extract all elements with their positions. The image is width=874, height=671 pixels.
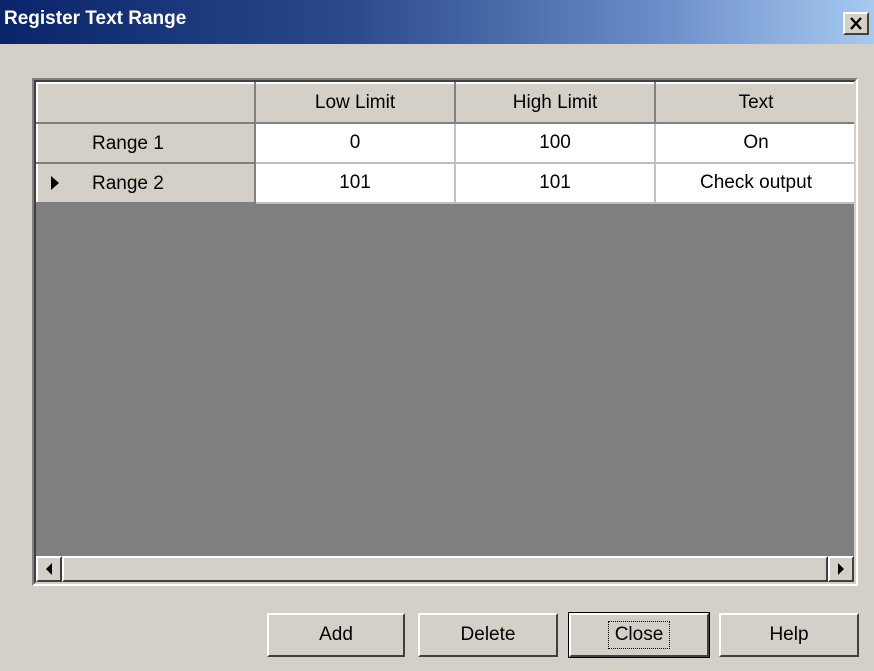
close-icon xyxy=(850,17,862,30)
scroll-thumb[interactable] xyxy=(62,556,828,582)
column-header-low-limit[interactable]: Low Limit xyxy=(254,82,456,124)
title-bar: Register Text Range xyxy=(0,0,874,44)
help-button[interactable]: Help xyxy=(719,613,859,657)
window-title: Register Text Range xyxy=(4,8,187,29)
corner-header[interactable] xyxy=(36,82,256,124)
column-header-text[interactable]: Text xyxy=(654,82,854,124)
cell-low-limit[interactable]: 101 xyxy=(255,163,456,204)
table-row: Range 1 0 100 On xyxy=(36,122,854,164)
scroll-right-button[interactable] xyxy=(828,556,854,582)
scroll-left-button[interactable] xyxy=(36,556,62,582)
arrow-right-icon xyxy=(838,563,844,575)
add-button[interactable]: Add xyxy=(267,613,405,657)
row-label: Range 1 xyxy=(92,133,164,154)
range-table: Low Limit High Limit Text Range 1 0 100 … xyxy=(36,82,854,204)
row-header-range-1[interactable]: Range 1 xyxy=(36,122,256,164)
window-close-button[interactable] xyxy=(843,12,869,35)
cell-text[interactable]: Check output xyxy=(655,163,854,204)
delete-button[interactable]: Delete xyxy=(418,613,558,657)
table-row: Range 2 101 101 Check output xyxy=(36,162,854,204)
row-header-range-2[interactable]: Range 2 xyxy=(36,162,256,204)
close-button-label: Close xyxy=(607,621,671,649)
arrow-left-icon xyxy=(46,563,52,575)
triangle-right-icon xyxy=(51,176,59,190)
cell-text[interactable]: On xyxy=(655,123,854,164)
cell-high-limit[interactable]: 101 xyxy=(455,163,656,204)
cell-low-limit[interactable]: 0 xyxy=(255,123,456,164)
row-label: Range 2 xyxy=(92,173,164,194)
header-row: Low Limit High Limit Text xyxy=(36,82,854,124)
horizontal-scrollbar[interactable] xyxy=(36,556,854,582)
range-grid: Low Limit High Limit Text Range 1 0 100 … xyxy=(32,78,858,586)
cell-high-limit[interactable]: 100 xyxy=(455,123,656,164)
close-button[interactable]: Close xyxy=(568,612,710,658)
column-header-high-limit[interactable]: High Limit xyxy=(454,82,656,124)
